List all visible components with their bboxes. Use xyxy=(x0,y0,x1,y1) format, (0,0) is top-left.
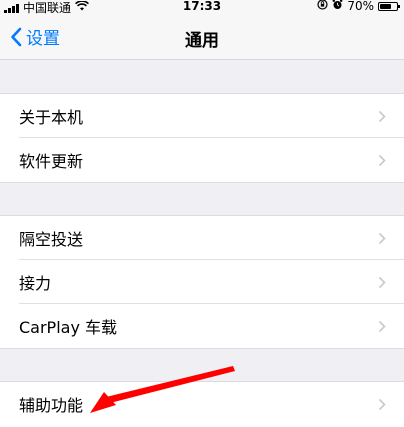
page-title: 通用 xyxy=(185,31,219,51)
chevron-right-icon xyxy=(378,276,386,289)
alarm-icon xyxy=(332,0,343,13)
settings-item-label: 接力 xyxy=(19,274,52,293)
settings-item-handoff[interactable]: 接力 xyxy=(0,260,404,304)
settings-item-about[interactable]: 关于本机 xyxy=(0,94,404,138)
settings-item-carplay[interactable]: CarPlay 车载 xyxy=(0,304,404,348)
chevron-right-icon xyxy=(378,232,386,245)
settings-item-label: 关于本机 xyxy=(19,108,84,127)
settings-item-airdrop[interactable]: 隔空投送 xyxy=(0,216,404,260)
settings-item-label: CarPlay 车载 xyxy=(19,318,118,337)
settings-item-label: 软件更新 xyxy=(19,152,84,171)
chevron-right-icon xyxy=(378,398,386,411)
settings-group-device: 关于本机 软件更新 xyxy=(0,93,404,183)
chevron-right-icon xyxy=(378,110,386,123)
settings-group-accessibility: 辅助功能 xyxy=(0,381,404,427)
settings-item-software-update[interactable]: 软件更新 xyxy=(0,138,404,182)
status-bar: 中国联通 17:33 70% xyxy=(0,0,404,15)
settings-group-continuity: 隔空投送 接力 CarPlay 车载 xyxy=(0,215,404,349)
chevron-right-icon xyxy=(378,320,386,333)
orientation-lock-icon xyxy=(317,0,328,13)
chevron-right-icon xyxy=(378,154,386,167)
annotation-arrow xyxy=(90,366,235,413)
battery-percent: 70% xyxy=(347,0,374,13)
battery-icon xyxy=(378,1,400,11)
settings-item-accessibility[interactable]: 辅助功能 xyxy=(0,382,404,426)
status-right: 70% xyxy=(317,0,400,13)
settings-item-label: 隔空投送 xyxy=(19,230,84,249)
settings-item-label: 辅助功能 xyxy=(19,396,84,415)
navigation-bar: 设置 通用 xyxy=(0,14,404,60)
